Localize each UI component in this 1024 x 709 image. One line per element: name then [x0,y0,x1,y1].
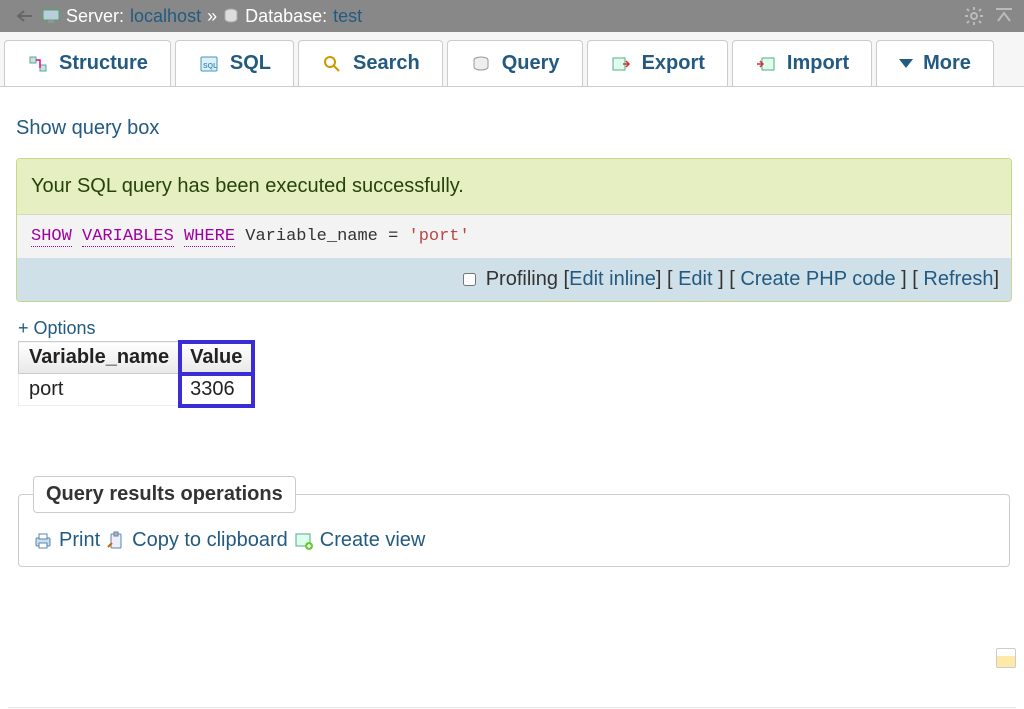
tab-structure-label: Structure [59,52,148,75]
back-button[interactable] [6,3,40,29]
print-link[interactable]: Print [33,529,100,552]
success-message: Your SQL query has been executed success… [17,159,1011,214]
sql-keyword: VARIABLES [82,227,174,247]
main-tabs: Structure SQL SQL Search Query Export Im… [0,32,1024,87]
server-label: Server: [66,6,124,27]
create-view-link[interactable]: Create view [294,529,426,552]
sql-preview: SHOW VARIABLES WHERE Variable_name = 'po… [17,214,1011,258]
tab-search[interactable]: Search [298,40,443,86]
collapse-up-icon[interactable] [994,6,1014,26]
tab-query-label: Query [502,52,560,75]
query-results-operations: Query results operations Print Copy to c… [18,476,1010,567]
tab-query[interactable]: Query [447,40,583,86]
sql-keyword: WHERE [184,227,235,247]
cell-value: 3306 [180,374,253,406]
copy-to-clipboard-link[interactable]: Copy to clipboard [106,529,288,552]
query-icon [470,53,492,75]
caret-down-icon [899,59,913,68]
database-link[interactable]: test [333,6,362,27]
import-icon [755,53,777,75]
tab-import-label: Import [787,52,849,75]
tab-structure[interactable]: Structure [4,40,171,86]
tab-more[interactable]: More [876,40,994,86]
profiling-checkbox[interactable] [463,273,476,286]
sql-string: 'port' [409,227,470,246]
sql-icon: SQL [198,53,220,75]
col-header-variable-name[interactable]: Variable_name [19,342,180,374]
message-box: Your SQL query has been executed success… [16,158,1012,302]
breadcrumb-bar: Server: localhost » Database: test [0,0,1024,32]
tab-more-label: More [923,52,971,75]
cell-variable-name: port [19,374,180,406]
sql-keyword: SHOW [31,227,72,247]
query-results-operations-legend: Query results operations [33,476,296,513]
server-link[interactable]: localhost [130,6,201,27]
tab-sql[interactable]: SQL SQL [175,40,294,86]
tab-export[interactable]: Export [587,40,728,86]
tab-sql-label: SQL [230,52,271,75]
svg-text:SQL: SQL [203,63,218,70]
create-view-icon [294,531,314,551]
tab-search-label: Search [353,52,420,75]
breadcrumb-sep: » [207,6,217,27]
options-toggle[interactable]: + Options [18,318,96,338]
sql-text: Variable_name = [235,227,408,246]
tab-export-label: Export [642,52,705,75]
refresh-link[interactable]: Refresh [923,268,993,290]
printer-icon [33,531,53,551]
database-label: Database: [245,6,327,27]
database-icon [223,8,239,24]
edit-inline-link[interactable]: Edit inline [569,268,656,290]
copy-label: Copy to clipboard [132,529,288,552]
result-table: Variable_name Value port 3306 [18,341,253,406]
tab-import[interactable]: Import [732,40,872,86]
sql-console-icon[interactable] [996,648,1016,668]
edit-link[interactable]: Edit [678,268,712,290]
clipboard-icon [106,531,126,551]
export-icon [610,53,632,75]
col-header-value[interactable]: Value [180,342,253,374]
search-icon [321,53,343,75]
structure-icon [27,53,49,75]
show-query-box-link[interactable]: Show query box [16,117,159,139]
print-label: Print [59,529,100,552]
table-row: port 3306 [19,374,253,406]
create-view-label: Create view [320,529,426,552]
sql-actions: Profiling [Edit inline] [ Edit ] [ Creat… [17,258,1011,301]
gear-icon[interactable] [964,6,984,26]
profiling-label: Profiling [486,268,558,290]
profiling-checkbox-label[interactable]: Profiling [459,268,558,290]
server-icon [42,9,60,23]
create-php-code-link[interactable]: Create PHP code [740,268,895,290]
